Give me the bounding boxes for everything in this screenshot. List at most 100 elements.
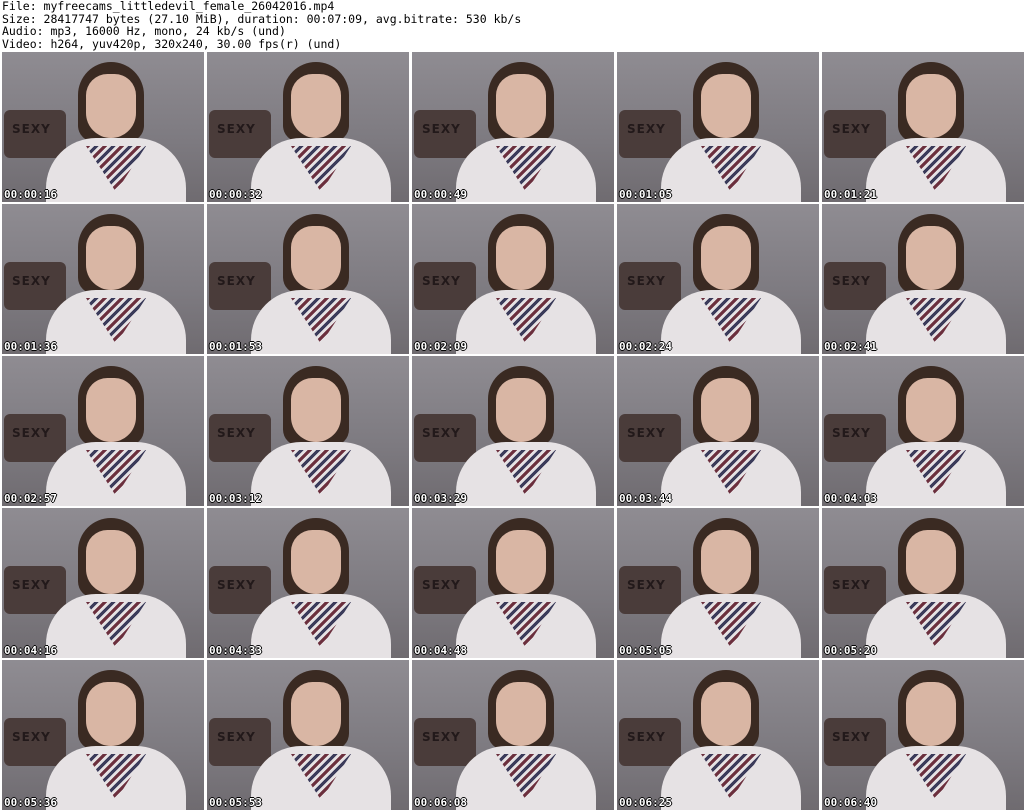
pillow-lettering: SEXY: [627, 730, 666, 744]
pillow-lettering: SEXY: [217, 426, 256, 440]
person-face: [701, 682, 751, 746]
frame-timestamp: 00:05:53: [209, 796, 262, 809]
person-face: [291, 378, 341, 442]
video-frame-thumbnail: SEXY 00:00:16: [1, 51, 205, 203]
frame-timestamp: 00:05:05: [619, 644, 672, 657]
pillow-lettering: SEXY: [217, 578, 256, 592]
person-face: [701, 530, 751, 594]
pillow-lettering: SEXY: [832, 578, 871, 592]
person-face: [291, 226, 341, 290]
person-face: [86, 378, 136, 442]
video-frame-thumbnail: SEXY 00:00:49: [411, 51, 615, 203]
frame-timestamp: 00:01:53: [209, 340, 262, 353]
pillow-lettering: SEXY: [12, 122, 51, 136]
person-face: [496, 530, 546, 594]
thumbnail-grid: SEXY 00:00:16 SEXY 00:00:32 SEXY 00:00:49 SEXY…: [0, 50, 1024, 811]
video-frame-thumbnail: SEXY 00:06:40: [821, 659, 1024, 811]
video-info-line: Video: h264, yuv420p, 320x240, 30.00 fps…: [2, 36, 342, 51]
frame-timestamp: 00:03:44: [619, 492, 672, 505]
pillow-lettering: SEXY: [627, 274, 666, 288]
video-frame-thumbnail: SEXY 00:05:36: [1, 659, 205, 811]
video-frame-thumbnail: SEXY 00:06:25: [616, 659, 820, 811]
frame-timestamp: 00:05:20: [824, 644, 877, 657]
pillow-lettering: SEXY: [217, 274, 256, 288]
video-frame-thumbnail: SEXY 00:05:53: [206, 659, 410, 811]
person-face: [906, 74, 956, 138]
pillow-lettering: SEXY: [627, 122, 666, 136]
frame-timestamp: 00:00:32: [209, 188, 262, 201]
video-frame-thumbnail: SEXY 00:01:53: [206, 203, 410, 355]
pillow-lettering: SEXY: [12, 426, 51, 440]
frame-timestamp: 00:06:25: [619, 796, 672, 809]
pillow-lettering: SEXY: [422, 274, 461, 288]
frame-timestamp: 00:03:12: [209, 492, 262, 505]
pillow-lettering: SEXY: [627, 426, 666, 440]
video-frame-thumbnail: SEXY 00:02:57: [1, 355, 205, 507]
video-frame-thumbnail: SEXY 00:01:21: [821, 51, 1024, 203]
frame-timestamp: 00:04:33: [209, 644, 262, 657]
pillow-lettering: SEXY: [12, 730, 51, 744]
pillow-lettering: SEXY: [832, 122, 871, 136]
frame-timestamp: 00:04:48: [414, 644, 467, 657]
frame-timestamp: 00:02:09: [414, 340, 467, 353]
video-frame-thumbnail: SEXY 00:02:24: [616, 203, 820, 355]
video-frame-thumbnail: SEXY 00:03:44: [616, 355, 820, 507]
pillow-lettering: SEXY: [832, 274, 871, 288]
video-frame-thumbnail: SEXY 00:06:08: [411, 659, 615, 811]
frame-timestamp: 00:06:40: [824, 796, 877, 809]
person-face: [86, 74, 136, 138]
person-face: [906, 378, 956, 442]
person-face: [701, 378, 751, 442]
frame-timestamp: 00:01:36: [4, 340, 57, 353]
video-frame-thumbnail: SEXY 00:01:05: [616, 51, 820, 203]
video-frame-thumbnail: SEXY 00:04:48: [411, 507, 615, 659]
frame-timestamp: 00:02:57: [4, 492, 57, 505]
frame-timestamp: 00:04:03: [824, 492, 877, 505]
frame-timestamp: 00:00:16: [4, 188, 57, 201]
frame-timestamp: 00:01:21: [824, 188, 877, 201]
frame-timestamp: 00:06:08: [414, 796, 467, 809]
video-frame-thumbnail: SEXY 00:02:41: [821, 203, 1024, 355]
video-frame-thumbnail: SEXY 00:05:05: [616, 507, 820, 659]
frame-timestamp: 00:02:24: [619, 340, 672, 353]
pillow-lettering: SEXY: [422, 730, 461, 744]
person-face: [701, 74, 751, 138]
frame-timestamp: 00:02:41: [824, 340, 877, 353]
person-face: [291, 530, 341, 594]
person-face: [496, 378, 546, 442]
video-frame-thumbnail: SEXY 00:01:36: [1, 203, 205, 355]
pillow-lettering: SEXY: [832, 426, 871, 440]
video-frame-thumbnail: SEXY 00:05:20: [821, 507, 1024, 659]
pillow-lettering: SEXY: [422, 578, 461, 592]
person-face: [906, 682, 956, 746]
video-frame-thumbnail: SEXY 00:00:32: [206, 51, 410, 203]
person-face: [86, 530, 136, 594]
frame-timestamp: 00:04:16: [4, 644, 57, 657]
video-frame-thumbnail: SEXY 00:04:33: [206, 507, 410, 659]
pillow-lettering: SEXY: [217, 730, 256, 744]
file-name-line: File: myfreecams_littledevil_female_2604…: [2, 0, 335, 13]
pillow-lettering: SEXY: [12, 274, 51, 288]
pillow-lettering: SEXY: [422, 122, 461, 136]
video-frame-thumbnail: SEXY 00:04:16: [1, 507, 205, 659]
pillow-lettering: SEXY: [627, 578, 666, 592]
person-face: [86, 226, 136, 290]
audio-info-line: Audio: mp3, 16000 Hz, mono, 24 kb/s (und…: [2, 24, 286, 38]
pillow-lettering: SEXY: [422, 426, 461, 440]
file-info-header: File: myfreecams_littledevil_female_2604…: [0, 0, 1024, 50]
video-frame-thumbnail: SEXY 00:02:09: [411, 203, 615, 355]
video-frame-thumbnail: SEXY 00:03:12: [206, 355, 410, 507]
person-face: [496, 682, 546, 746]
video-frame-thumbnail: SEXY 00:03:29: [411, 355, 615, 507]
pillow-lettering: SEXY: [12, 578, 51, 592]
pillow-lettering: SEXY: [832, 730, 871, 744]
person-face: [906, 226, 956, 290]
video-frame-thumbnail: SEXY 00:04:03: [821, 355, 1024, 507]
person-face: [291, 74, 341, 138]
person-face: [496, 74, 546, 138]
person-face: [291, 682, 341, 746]
person-face: [701, 226, 751, 290]
person-face: [86, 682, 136, 746]
frame-timestamp: 00:01:05: [619, 188, 672, 201]
person-face: [906, 530, 956, 594]
